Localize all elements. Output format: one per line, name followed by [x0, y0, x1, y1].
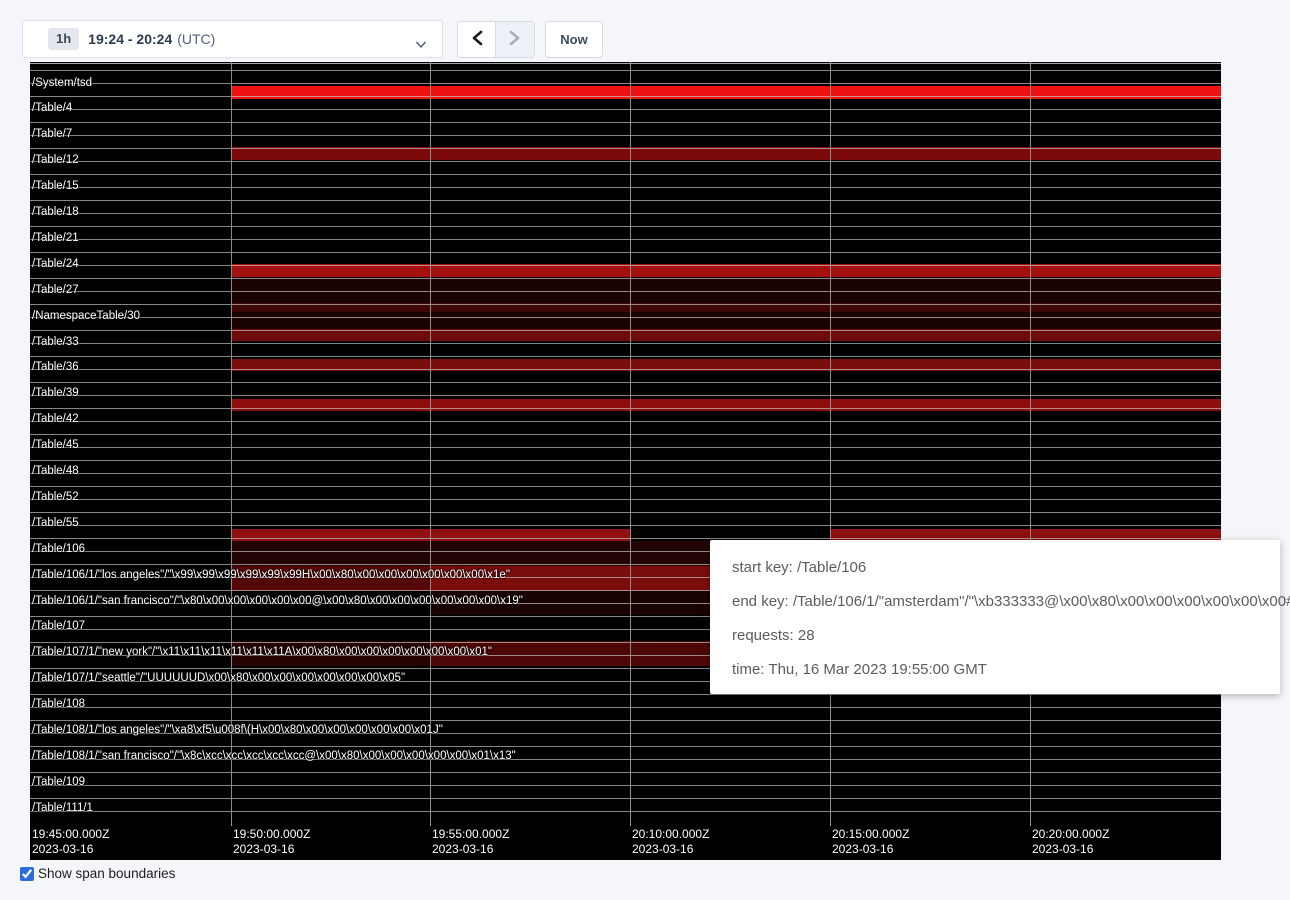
heatmap-row-label: /Table/107/1/"new york"/"\x11\x11\x11\x1… [32, 646, 492, 659]
toolbar: 1h 19:24 - 20:24 (UTC) Now [0, 0, 1290, 62]
axis-tick-time: 20:15:00.000Z [832, 827, 909, 842]
axis-tick-time: 19:45:00.000Z [32, 827, 109, 842]
heatmap-row-label: /Table/109 [32, 776, 85, 789]
heatmap-row-label: /Table/108 [32, 698, 85, 711]
tooltip-line: requests: 28 [732, 619, 1280, 653]
axis-tick-date: 2023-03-16 [432, 842, 509, 857]
axis-tick-label: 19:55:00.000Z2023-03-16 [432, 827, 509, 857]
column-gridline [430, 62, 431, 822]
heatmap-row-label: /Table/108/1/"los angeles"/"\xa8\xf5\u00… [32, 724, 443, 737]
axis-tick-date: 2023-03-16 [32, 842, 109, 857]
time-axis: 19:45:00.000Z2023-03-1619:50:00.000Z2023… [30, 822, 1221, 860]
axis-tick-date: 2023-03-16 [1032, 842, 1109, 857]
heatmap-row-label: /Table/12 [32, 154, 79, 167]
chevron-left-icon [471, 30, 483, 49]
chevron-down-icon [415, 36, 427, 54]
heat-band [231, 399, 1221, 411]
heatmap-row-label: /Table/108/1/"san francisco"/"\x8c\xcc\x… [32, 750, 516, 763]
now-button[interactable]: Now [545, 21, 603, 58]
axis-tick-time: 20:20:00.000Z [1032, 827, 1109, 842]
axis-tick-time: 19:55:00.000Z [432, 827, 509, 842]
heatmap-row-label: /Table/52 [32, 491, 79, 504]
axis-tick-time: 19:50:00.000Z [233, 827, 310, 842]
column-gridline [830, 62, 831, 822]
heatmap-row-label: /Table/18 [32, 206, 79, 219]
heat-band [231, 147, 1221, 160]
heatmap-row-label: /Table/55 [32, 517, 79, 530]
axis-tick-mark [231, 822, 232, 826]
previous-interval-button[interactable] [458, 22, 496, 57]
show-span-boundaries-checkbox[interactable] [20, 867, 34, 881]
axis-tick-time: 20:10:00.000Z [632, 827, 709, 842]
heatmap-row-label: /Table/15 [32, 180, 79, 193]
chevron-right-icon [509, 30, 521, 49]
heatmap-row-label: /System/tsd [32, 77, 92, 90]
heat-band [231, 303, 1221, 312]
heatmap-row-label: /Table/106 [32, 543, 85, 556]
axis-tick-label: 19:45:00.000Z2023-03-16 [32, 827, 109, 857]
heat-band [231, 264, 1221, 277]
span-tooltip: start key: /Table/106end key: /Table/106… [710, 540, 1280, 694]
heatmap-row-label: /Table/27 [32, 284, 79, 297]
column-gridline [630, 62, 631, 822]
heat-band [231, 359, 1221, 371]
heatmap-row-label: /Table/33 [32, 336, 79, 349]
axis-tick-mark [430, 822, 431, 826]
show-span-boundaries-label[interactable]: Show span boundaries [38, 866, 175, 881]
heatmap-row-label: /Table/24 [32, 258, 79, 271]
heat-band [231, 86, 1221, 99]
axis-tick-label: 20:10:00.000Z2023-03-16 [632, 827, 709, 857]
axis-tick-mark [830, 822, 831, 826]
heatmap-row-label: /Table/45 [32, 439, 79, 452]
footer-controls: Show span boundaries [20, 866, 175, 881]
heatmap-row-label: /Table/36 [32, 361, 79, 374]
time-nav-group [457, 21, 535, 58]
tooltip-line: time: Thu, 16 Mar 2023 19:55:00 GMT [732, 653, 1280, 687]
axis-tick-label: 20:15:00.000Z2023-03-16 [832, 827, 909, 857]
tooltip-line: end key: /Table/106/1/"amsterdam"/"\xb33… [732, 585, 1280, 619]
axis-tick-date: 2023-03-16 [832, 842, 909, 857]
key-visualizer-canvas[interactable]: /System/tsd/Table/4/Table/7/Table/12/Tab… [30, 62, 1221, 860]
span-boundary-lines [30, 62, 1221, 822]
heatmap-row-label: /Table/107 [32, 620, 85, 633]
heatmap-rows-area: /System/tsd/Table/4/Table/7/Table/12/Tab… [30, 62, 1221, 822]
heatmap-row-label: /Table/21 [32, 232, 79, 245]
span-boundary-topline [30, 63, 1221, 64]
axis-tick-label: 20:20:00.000Z2023-03-16 [1032, 827, 1109, 857]
heatmap-row-label: /Table/48 [32, 465, 79, 478]
heatmap-row-label: /Table/7 [32, 128, 72, 141]
heatmap-row-label: /Table/106/1/"los angeles"/"\x99\x99\x99… [32, 569, 510, 582]
next-interval-button[interactable] [496, 22, 534, 57]
time-range-label: 19:24 - 20:24 [88, 31, 172, 47]
heatmap-row-label: /Table/4 [32, 102, 72, 115]
column-gridline [231, 62, 232, 822]
time-range-timezone: (UTC) [177, 31, 215, 47]
heatmap-row-label: /Table/106/1/"san francisco"/"\x80\x00\x… [32, 595, 523, 608]
axis-tick-mark [630, 822, 631, 826]
tooltip-line: start key: /Table/106 [732, 551, 1280, 585]
axis-tick-date: 2023-03-16 [233, 842, 310, 857]
time-range-badge: 1h [48, 28, 79, 50]
time-range-selector[interactable]: 1h 19:24 - 20:24 (UTC) [22, 20, 443, 58]
heat-band [231, 329, 1221, 341]
heatmap-row-label: /Table/42 [32, 413, 79, 426]
column-gridline [1030, 62, 1031, 822]
axis-tick-label: 19:50:00.000Z2023-03-16 [233, 827, 310, 857]
axis-tick-mark [1030, 822, 1031, 826]
axis-tick-date: 2023-03-16 [632, 842, 709, 857]
heatmap-row-label: /Table/39 [32, 387, 79, 400]
heatmap-row-label: /Table/111/1 [32, 802, 93, 815]
heatmap-row-label: /NamespaceTable/30 [32, 310, 140, 323]
heatmap-row-label: /Table/107/1/"seattle"/"UUUUUUD\x00\x80\… [32, 672, 405, 685]
